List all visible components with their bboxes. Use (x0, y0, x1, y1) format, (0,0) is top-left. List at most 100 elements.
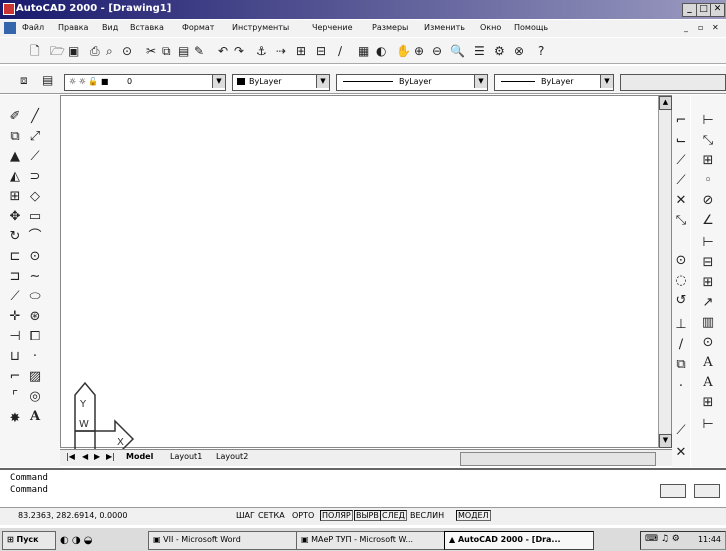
print-preview-icon[interactable]: ⌕ (106, 44, 113, 58)
redo-icon[interactable]: ↷ (234, 44, 244, 58)
move-icon[interactable]: ✥ (6, 209, 24, 225)
mode-grid[interactable]: СЕТКА (258, 511, 285, 520)
tray-icons[interactable]: ⌨ ♫ ⚙ (645, 534, 680, 544)
zoom-previous-icon[interactable]: 🔍 (450, 44, 465, 58)
horizontal-scrollbar[interactable] (460, 452, 656, 466)
zoom-realtime-icon[interactable]: ⊕ (414, 44, 424, 58)
find-icon[interactable]: ⊙ (122, 44, 132, 58)
trim-icon[interactable]: ✛ (6, 309, 24, 325)
dim-leader-icon[interactable]: ↗ (699, 295, 717, 311)
dim-continue-icon[interactable]: ⊞ (699, 275, 717, 291)
print-icon[interactable]: ⎙ (90, 44, 100, 58)
tab-nav-prev[interactable]: ◀ (82, 452, 88, 461)
quick-launch-icons[interactable]: ◐ ◑ ◒ (60, 535, 93, 546)
region-icon[interactable]: ◎ (26, 389, 44, 405)
arc-icon[interactable]: ⌒ (26, 229, 44, 245)
new-file-icon[interactable]: 🗋 (30, 44, 40, 58)
layers-icon[interactable]: ▤ (42, 73, 53, 87)
line-icon[interactable]: ╱ (26, 109, 44, 125)
copy-icon[interactable]: ⧉ (162, 44, 171, 58)
snap-parallel-icon[interactable]: ∕ (672, 337, 690, 353)
rectangle-icon[interactable]: ◇ (26, 189, 44, 205)
dim-linear-icon[interactable]: ⊢ (699, 113, 717, 129)
help-icon[interactable]: ? (538, 44, 544, 58)
color-select[interactable]: ByLayer ▼ (232, 74, 330, 91)
dim-tolerance-icon[interactable]: ▥ (699, 315, 717, 331)
fillet-icon[interactable]: ⌜ (6, 389, 24, 405)
dim-edit-icon[interactable]: A (699, 355, 717, 371)
extend-icon[interactable]: ⊣ (6, 329, 24, 345)
menu-help[interactable]: Помощь (514, 23, 548, 32)
scroll-up-button[interactable]: ▲ (659, 96, 672, 110)
snap-quadrant-icon[interactable]: ◌ (672, 273, 690, 289)
snap-center-icon[interactable]: ⊙ (672, 253, 690, 269)
lengthen-icon[interactable]: ⟋ (6, 289, 24, 305)
snap-perp-icon[interactable]: ⤡ (672, 213, 690, 229)
dbconnect-icon[interactable]: ⊗ (514, 44, 524, 58)
menu-insert[interactable]: Вставка (130, 23, 164, 32)
dim-style-icon[interactable]: ⊢ (699, 417, 717, 433)
menu-modify[interactable]: Изменить (424, 23, 465, 32)
linetype-select[interactable]: ByLayer ▼ (336, 74, 488, 91)
restore-button[interactable]: □ (696, 3, 711, 17)
snap-nearest-icon[interactable]: ⟋ (672, 423, 690, 439)
snap-tangent-icon[interactable]: ↺ (672, 293, 690, 309)
cut-icon[interactable]: ✂ (146, 44, 156, 58)
command-scroll-icon[interactable] (660, 484, 686, 498)
dim-update-icon[interactable]: ⊞ (699, 395, 717, 411)
mirror-icon[interactable]: ▲ (6, 149, 24, 165)
tracking-icon[interactable]: ⇢ (276, 44, 286, 58)
snap-from-icon[interactable]: ⊞ (296, 44, 306, 58)
doc-minimize-button[interactable]: _ (684, 23, 688, 32)
design-center-icon[interactable]: ⚙ (494, 44, 505, 58)
menu-view[interactable]: Вид (102, 23, 118, 32)
plot-style-select[interactable] (620, 74, 726, 91)
mode-polar[interactable]: ПОЛЯР (320, 510, 353, 521)
tab-layout1[interactable]: Layout1 (170, 452, 202, 461)
command-resize-icon[interactable] (694, 484, 720, 498)
mtext-icon[interactable]: A (26, 409, 44, 425)
mode-osnap[interactable]: ВЫРВ (354, 510, 381, 521)
close-button[interactable]: ✕ (710, 3, 725, 17)
snap-apparent-icon[interactable]: ⟋ (672, 173, 690, 189)
point-icon[interactable]: · (26, 349, 44, 365)
ellipse-icon[interactable]: ⬭ (26, 289, 44, 305)
dim-angular-icon[interactable]: ∠ (699, 213, 717, 229)
open-file-icon[interactable]: 🗁 (50, 44, 65, 58)
zoom-window-icon[interactable]: ⊖ (432, 44, 442, 58)
tab-model[interactable]: Model (126, 452, 153, 461)
mode-model[interactable]: МОДЕЛ (456, 510, 491, 521)
insert-block-icon[interactable]: ⊛ (26, 309, 44, 325)
vertical-scrollbar[interactable]: ▲ ▼ (658, 96, 672, 448)
make-block-icon[interactable]: ⧠ (26, 329, 44, 345)
lineweight-select[interactable]: ByLayer ▼ (494, 74, 614, 91)
pan-icon[interactable]: ✋ (396, 44, 411, 58)
snap-extension-icon[interactable]: ✕ (672, 193, 690, 209)
mode-snap[interactable]: ШАГ (236, 511, 255, 520)
hyperlink-icon[interactable]: ⚓ (256, 44, 267, 58)
explode-icon[interactable]: ✸ (6, 411, 24, 427)
polyline-icon[interactable]: ⟋ (26, 149, 44, 165)
hatch-icon[interactable]: ▨ (26, 369, 44, 385)
menu-tools[interactable]: Инструменты (232, 23, 289, 32)
snap-none-icon[interactable]: ✕ (672, 445, 690, 461)
dim-center-mark-icon[interactable]: ⊙ (699, 335, 717, 351)
copy-object-icon[interactable]: ⧉ (6, 129, 24, 145)
mode-otrack[interactable]: СЛЕД (380, 510, 407, 521)
dim-diameter-icon[interactable]: ⊘ (699, 193, 717, 209)
snap-endpoint-icon[interactable]: ⌐ (672, 113, 690, 129)
menu-file[interactable]: Файл (22, 23, 44, 32)
menu-dimension[interactable]: Размеры (372, 23, 408, 32)
construction-line-icon[interactable]: ⤢ (26, 129, 44, 145)
stretch-icon[interactable]: ⊐ (6, 269, 24, 285)
dim-text-edit-icon[interactable]: A (699, 375, 717, 391)
make-layer-current-icon[interactable]: ⧈ (20, 73, 28, 87)
rotate-icon[interactable]: ↻ (6, 229, 24, 245)
menu-window[interactable]: Окно (480, 23, 501, 32)
layer-select[interactable]: ☼ ☼ 🔓 ■ 0 ▼ (64, 74, 226, 91)
doc-restore-button[interactable]: ▫ (698, 23, 703, 32)
ucs-icon[interactable]: ⊟ (316, 44, 326, 58)
taskbar-item-word[interactable]: ▣ VII - Microsoft Word (148, 531, 298, 550)
erase-icon[interactable]: ✐ (6, 109, 24, 125)
drawing-area[interactable]: Y W X (60, 95, 672, 459)
